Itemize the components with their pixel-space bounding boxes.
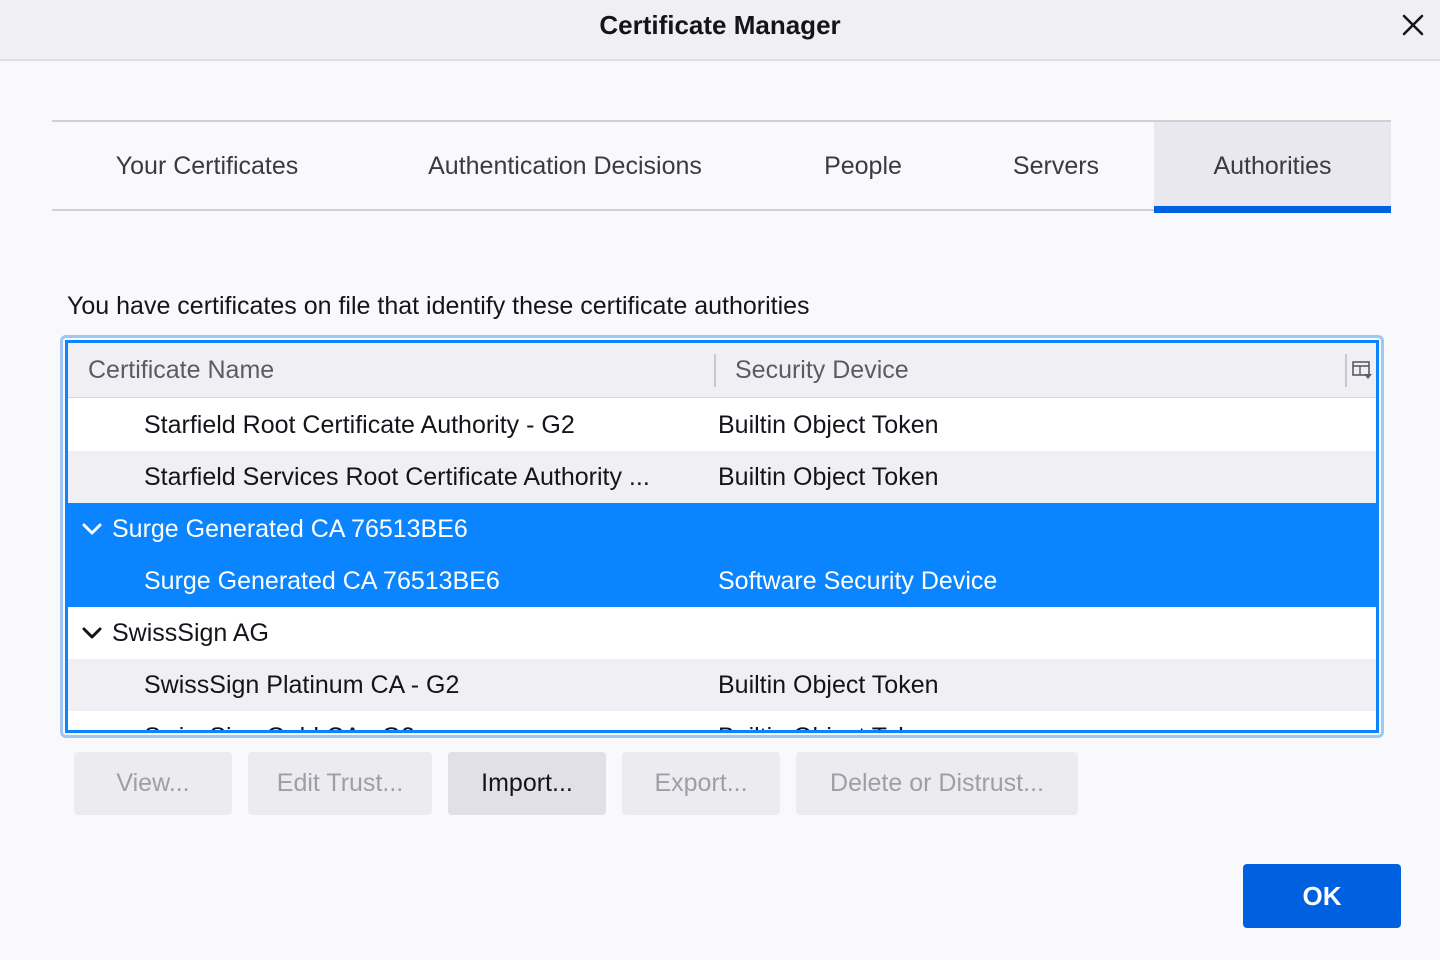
tab-authorities[interactable]: Authorities	[1154, 122, 1391, 213]
delete-or-distrust-button[interactable]: Delete or Distrust...	[796, 752, 1078, 815]
tab-label: Your Certificates	[115, 152, 299, 180]
column-certificate-name[interactable]: Certificate Name	[88, 343, 708, 398]
tree-row[interactable]: Starfield Root Certificate Authority - G…	[68, 399, 1376, 451]
tab-servers[interactable]: Servers	[958, 122, 1154, 211]
security-device-cell: Builtin Object Token	[718, 462, 939, 491]
authorities-description: You have certificates on file that ident…	[67, 292, 810, 320]
view-button[interactable]: View...	[74, 752, 232, 815]
tab-your-certificates[interactable]: Your Certificates	[52, 122, 362, 211]
chevron-down-icon[interactable]	[80, 621, 104, 645]
column-picker-icon	[1352, 361, 1372, 379]
column-security-device[interactable]: Security Device	[735, 343, 1335, 398]
tree-row[interactable]: SwissSign Platinum CA - G2 Builtin Objec…	[68, 659, 1376, 711]
certificate-name-cell: Surge Generated CA 76513BE6	[144, 566, 500, 595]
tree-rows: Starfield Root Certificate Authority - G…	[68, 399, 1376, 731]
security-device-cell: Software Security Device	[718, 566, 998, 595]
security-device-cell: Builtin Object Token	[718, 711, 939, 731]
tab-label: Authentication Decisions	[428, 152, 702, 180]
window-title: Certificate Manager	[599, 10, 841, 40]
import-button[interactable]: Import...	[448, 752, 606, 815]
export-button[interactable]: Export...	[622, 752, 780, 815]
tree-row[interactable]: Surge Generated CA 76513BE6 Software Sec…	[68, 555, 1376, 607]
certificate-name-cell: SwissSign Platinum CA - G2	[144, 670, 460, 699]
tab-bar: Your Certificates Authentication Decisio…	[52, 120, 1391, 213]
title-bar: Certificate Manager	[0, 0, 1440, 61]
chevron-down-icon[interactable]	[80, 517, 104, 541]
certificate-name-cell: SwissSign Gold CA - G2	[144, 711, 712, 731]
organization-name-cell: SwissSign AG	[112, 618, 270, 647]
tab-authentication-decisions[interactable]: Authentication Decisions	[362, 122, 768, 211]
tree-row[interactable]: Starfield Services Root Certificate Auth…	[68, 451, 1376, 503]
edit-trust-button[interactable]: Edit Trust...	[248, 752, 432, 815]
close-button[interactable]	[1398, 8, 1428, 42]
column-picker-button[interactable]	[1350, 356, 1374, 384]
certificate-name-cell: Starfield Services Root Certificate Auth…	[144, 462, 650, 491]
tree-group-row[interactable]: Surge Generated CA 76513BE6	[68, 503, 1376, 555]
ok-button[interactable]: OK	[1243, 864, 1401, 928]
column-separator[interactable]	[714, 354, 716, 387]
tab-label: Servers	[1012, 152, 1100, 180]
tab-label: People	[824, 152, 902, 180]
tab-people[interactable]: People	[768, 122, 958, 211]
tab-label: Authorities	[1213, 152, 1332, 180]
organization-name-cell: Surge Generated CA 76513BE6	[112, 514, 468, 543]
certificate-name-cell: Starfield Root Certificate Authority - G…	[144, 410, 575, 439]
security-device-cell: Builtin Object Token	[718, 410, 939, 439]
tree-row[interactable]: SwissSign Gold CA - G2 Builtin Object To…	[68, 711, 1376, 731]
column-separator[interactable]	[1345, 354, 1347, 387]
tree-group-row[interactable]: SwissSign AG	[68, 607, 1376, 659]
tree-header: Certificate Name Security Device	[68, 343, 1376, 398]
certificate-tree[interactable]: Certificate Name Security Device Starfie…	[65, 340, 1379, 733]
security-device-cell: Builtin Object Token	[718, 670, 939, 699]
close-icon	[1402, 14, 1424, 36]
